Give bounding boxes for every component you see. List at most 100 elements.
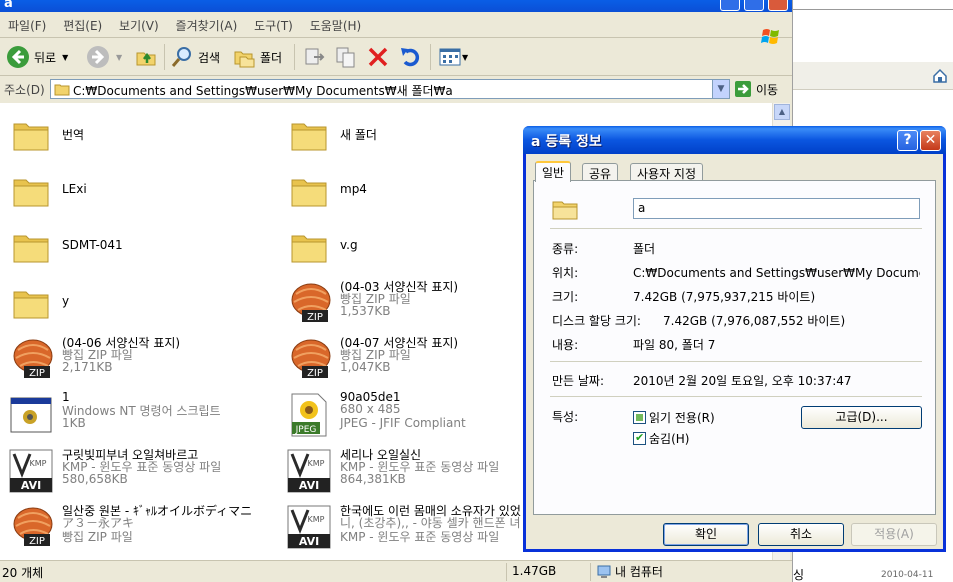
file-detail: 2,171KB xyxy=(62,360,113,374)
file-detail: 1KB xyxy=(62,416,86,430)
explorer-titlebar[interactable]: a xyxy=(0,0,792,12)
svg-text:ZIP: ZIP xyxy=(307,312,323,323)
forward-button[interactable]: ▼ xyxy=(86,44,122,70)
menu-favorites[interactable]: 즐겨찾기(A) xyxy=(168,12,243,34)
close-button[interactable] xyxy=(768,0,788,11)
file-item[interactable]: y xyxy=(4,276,274,328)
file-name: v.g xyxy=(340,238,358,252)
file-item[interactable]: mp4 xyxy=(282,164,552,216)
go-arrow-icon xyxy=(735,81,751,97)
dialog-titlebar[interactable]: a 등록 정보 ? ✕ xyxy=(523,126,946,154)
folders-label: 폴더 xyxy=(260,50,283,65)
file-item[interactable]: KMP AVI 한국에도 이런 몸매의 소유자가 있었 니, (초강추),, - 야동… xyxy=(282,500,552,552)
cancel-button[interactable]: 취소 xyxy=(758,523,844,546)
avi-video-icon: KMP AVI xyxy=(286,448,332,494)
location-label: 위치: xyxy=(552,266,579,280)
size-value: 7.42GB (7,975,937,215 바이트) xyxy=(633,290,816,304)
hidden-checkbox-box[interactable] xyxy=(633,431,646,445)
size-label: 크기: xyxy=(552,290,579,304)
svg-text:ZIP: ZIP xyxy=(29,368,45,379)
move-to-button[interactable] xyxy=(302,44,326,70)
home-icon[interactable] xyxy=(932,68,948,84)
file-item[interactable]: ZIP (04-03 서양신작 표지) 빵집 ZIP 파일 1,537KB xyxy=(282,276,552,328)
go-button[interactable]: 이동 xyxy=(734,80,778,98)
file-item[interactable]: v.g xyxy=(282,220,552,272)
zip-file-icon: ZIP xyxy=(286,336,332,382)
folders-button[interactable]: 폴더 xyxy=(232,44,282,70)
file-item[interactable]: SDMT-041 xyxy=(4,220,274,272)
ok-button[interactable]: 확인 xyxy=(663,523,749,546)
address-dropdown-icon[interactable]: ▼ xyxy=(712,80,729,98)
svg-text:JPEG: JPEG xyxy=(295,425,317,435)
background-text-fragment: 싱 xyxy=(793,568,805,582)
menu-bar: 파일(F) 편집(E) 보기(V) 즐겨찾기(A) 도구(T) 도움말(H) xyxy=(0,12,792,44)
folder-icon xyxy=(8,280,54,326)
file-item[interactable]: ZIP (04-07 서양신작 표지) 빵집 ZIP 파일 1,047KB xyxy=(282,332,552,384)
svg-text:KMP: KMP xyxy=(30,459,47,468)
advanced-button[interactable]: 고급(D)... xyxy=(801,406,922,429)
apply-button[interactable]: 적용(A) xyxy=(851,523,937,546)
file-item[interactable]: KMP AVI 구릿빛피부녀 오일쳐바르고 KMP - 윈도우 표준 동영상 파일 58… xyxy=(4,444,274,496)
file-item[interactable]: LExi xyxy=(4,164,274,216)
undo-button[interactable] xyxy=(398,44,422,70)
file-item[interactable]: JPEG 90a05de1 680 x 485 JPEG - JFIF Complia… xyxy=(282,388,552,440)
file-detail: 빵집 ZIP 파일 xyxy=(62,530,133,544)
views-button[interactable]: ▼ xyxy=(438,44,468,70)
jpeg-file-icon: JPEG xyxy=(286,392,332,438)
forward-dropdown-icon[interactable]: ▼ xyxy=(116,53,122,62)
file-detail: JPEG - JFIF Compliant xyxy=(340,416,466,430)
hidden-label: 숨김(H) xyxy=(649,432,690,446)
script-file-icon xyxy=(8,392,54,438)
file-item[interactable]: ZIP (04-06 서양신작 표지) 빵집 ZIP 파일 2,171KB xyxy=(4,332,274,384)
contents-value: 파일 80, 폴더 7 xyxy=(633,338,716,352)
file-name: y xyxy=(62,294,70,308)
help-button[interactable]: ? xyxy=(897,130,918,151)
copy-to-icon xyxy=(336,47,355,68)
search-label: 검색 xyxy=(198,50,221,65)
svg-text:ZIP: ZIP xyxy=(307,368,323,379)
avi-video-icon: KMP AVI xyxy=(286,504,332,550)
disk-size-value: 7.42GB (7,976,087,552 바이트) xyxy=(663,314,846,328)
menu-help[interactable]: 도움말(H) xyxy=(302,12,367,34)
search-button[interactable]: 검색 xyxy=(170,44,220,70)
location-value: C:₩Documents and Settings₩user₩My Docume… xyxy=(633,266,920,280)
hidden-checkbox[interactable]: 숨김(H) xyxy=(633,430,689,447)
tab-customize[interactable]: 사용자 지정 xyxy=(630,163,704,181)
dialog-close-button[interactable]: ✕ xyxy=(920,130,941,151)
maximize-button[interactable] xyxy=(744,0,764,11)
menu-file[interactable]: 파일(F) xyxy=(0,12,51,34)
folder-name-input[interactable]: a xyxy=(633,198,920,219)
file-item[interactable]: 1 Windows NT 명령어 스크립트 1KB xyxy=(4,388,274,440)
back-dropdown-icon[interactable]: ▼ xyxy=(62,53,68,62)
file-item[interactable]: ZIP 일산중 원본 - ｷﾞｬﾙオイルボディマニ ア３－永アキ 빵집 ZIP 파일 xyxy=(4,500,274,552)
menu-tools[interactable]: 도구(T) xyxy=(246,12,298,34)
delete-button[interactable] xyxy=(366,44,390,70)
file-item[interactable]: 새 폴더 xyxy=(282,108,552,160)
file-detail: 1,537KB xyxy=(340,304,391,318)
readonly-checkbox-box[interactable] xyxy=(633,411,646,424)
minimize-button[interactable] xyxy=(720,0,740,11)
up-button[interactable] xyxy=(134,44,158,70)
file-item[interactable]: KMP AVI 세리나 오일실신 KMP - 윈도우 표준 동영상 파일 864,381… xyxy=(282,444,552,496)
disk-size-label: 디스크 할당 크기: xyxy=(552,314,641,328)
copy-to-button[interactable] xyxy=(334,44,358,70)
menu-view[interactable]: 보기(V) xyxy=(111,12,164,34)
menu-edit[interactable]: 편집(E) xyxy=(55,12,107,34)
svg-text:KMP: KMP xyxy=(308,515,325,524)
status-location: 내 컴퓨터 xyxy=(596,563,663,580)
folder-icon xyxy=(8,168,54,214)
folder-icon xyxy=(8,224,54,270)
zip-file-icon: ZIP xyxy=(8,336,54,382)
views-dropdown-icon[interactable]: ▼ xyxy=(462,53,468,62)
file-detail: KMP - 윈도우 표준 동영상 파일 xyxy=(340,530,500,544)
status-size: 1.47GB xyxy=(512,564,557,578)
tab-sharing[interactable]: 공유 xyxy=(582,163,619,181)
folder-up-icon xyxy=(136,52,156,66)
readonly-checkbox[interactable]: 읽기 전용(R) xyxy=(633,409,715,426)
file-name: mp4 xyxy=(340,182,367,196)
back-button[interactable]: 뒤로 ▼ xyxy=(6,44,68,70)
address-input[interactable]: C:₩Documents and Settings₩user₩My Docume… xyxy=(50,79,730,99)
file-item[interactable]: 번역 xyxy=(4,108,274,160)
scroll-up-icon[interactable]: ▲ xyxy=(774,104,790,120)
tab-general[interactable]: 일반 xyxy=(535,161,572,182)
